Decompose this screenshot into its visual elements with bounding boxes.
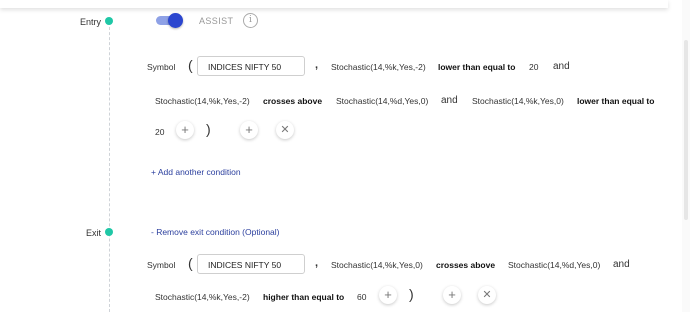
entry-row2-indicator-1[interactable]: Stochastic(14,%k,Yes,-2)	[155, 96, 250, 106]
entry-open-paren: (	[188, 57, 193, 73]
entry-joiner-and[interactable]: and	[553, 61, 570, 72]
plus-icon[interactable]: +	[443, 286, 461, 304]
entry-timeline-dot	[105, 17, 113, 25]
close-icon[interactable]: ✕	[478, 286, 496, 304]
entry-close-paren: )	[206, 121, 211, 137]
entry-comma: ,	[315, 59, 319, 71]
entry-symbol-label: Symbol	[147, 62, 176, 72]
plus-icon[interactable]: +	[379, 286, 397, 304]
info-icon[interactable]: i	[243, 13, 258, 28]
entry-row2-joiner-and[interactable]: and	[441, 95, 458, 106]
exit-timeline-dot	[105, 228, 113, 236]
exit-label: Exit	[86, 228, 102, 238]
exit-close-paren: )	[409, 286, 414, 302]
entry-indicator-1[interactable]: Stochastic(14,%k,Yes,-2)	[331, 62, 426, 72]
assist-label: ASSIST	[199, 16, 234, 26]
exit-open-paren: (	[188, 255, 193, 271]
top-card-shadow	[0, 0, 668, 8]
exit-indicator-2[interactable]: Stochastic(14,%d,Yes,0)	[508, 260, 600, 270]
entry-label: Entry	[80, 17, 102, 27]
scrollbar[interactable]	[682, 0, 690, 312]
entry-operator-1[interactable]: lower than equal to	[438, 62, 515, 72]
plus-icon[interactable]: +	[240, 121, 258, 139]
entry-value-1[interactable]: 20	[529, 62, 538, 72]
assist-toggle-knob	[168, 13, 183, 28]
close-icon[interactable]: ✕	[276, 121, 294, 139]
exit-operator-1[interactable]: crosses above	[436, 260, 495, 270]
entry-symbol-input[interactable]: INDICES NIFTY 50	[197, 56, 305, 76]
exit-row2-indicator-1[interactable]: Stochastic(14,%k,Yes,-2)	[155, 292, 250, 302]
assist-toggle[interactable]	[156, 13, 183, 28]
add-another-condition-link[interactable]: + Add another condition	[151, 167, 241, 177]
entry-row2-operator-2[interactable]: lower than equal to	[577, 96, 654, 106]
exit-comma: ,	[315, 257, 319, 269]
exit-symbol-input[interactable]: INDICES NIFTY 50	[197, 254, 305, 274]
scrollbar-thumb[interactable]	[684, 40, 688, 220]
entry-row2-operator-1[interactable]: crosses above	[263, 96, 322, 106]
exit-indicator-1[interactable]: Stochastic(14,%k,Yes,0)	[331, 260, 423, 270]
exit-row2-operator-1[interactable]: higher than equal to	[263, 292, 344, 302]
entry-row2-indicator-3[interactable]: Stochastic(14,%k,Yes,0)	[472, 96, 564, 106]
plus-icon[interactable]: +	[176, 121, 194, 139]
exit-symbol-label: Symbol	[147, 260, 176, 270]
entry-row3-value[interactable]: 20	[155, 127, 164, 137]
exit-joiner-and[interactable]: and	[613, 259, 630, 270]
exit-row2-value-1[interactable]: 60	[357, 292, 366, 302]
timeline-line	[109, 22, 110, 312]
entry-row2-indicator-2[interactable]: Stochastic(14,%d,Yes,0)	[336, 96, 428, 106]
remove-exit-condition-link[interactable]: - Remove exit condition (Optional)	[151, 227, 280, 237]
